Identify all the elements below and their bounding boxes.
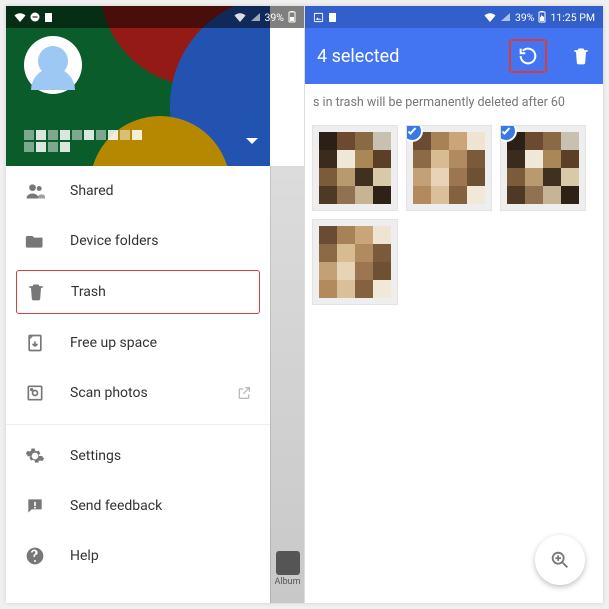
- help-icon: [24, 545, 46, 567]
- menu-item-shared[interactable]: Shared: [6, 166, 270, 216]
- menu-label: Trash: [71, 284, 106, 300]
- battery-pct: 39%: [265, 11, 285, 24]
- menu-label: Send feedback: [70, 498, 162, 514]
- status-bar: 39%: [6, 6, 304, 28]
- folder-icon: [24, 230, 46, 252]
- menu-item-scan-photos[interactable]: Scan photos: [6, 368, 270, 418]
- albums-tab-icon[interactable]: [276, 551, 300, 575]
- restore-icon: [517, 45, 539, 67]
- menu-item-send-feedback[interactable]: Send feedback: [6, 481, 270, 531]
- menu-label: Device folders: [70, 233, 158, 249]
- drawer-menu: Shared Device folders Trash Free up spac…: [6, 166, 270, 581]
- magnifier-icon: [549, 549, 571, 571]
- photo-thumb[interactable]: [501, 126, 585, 210]
- account-name-blurred: [24, 130, 144, 152]
- external-link-icon: [236, 385, 252, 401]
- scan-icon: [24, 382, 46, 404]
- signal-icon: [250, 12, 261, 22]
- free-up-icon: [24, 332, 46, 354]
- dnd-icon: [30, 12, 40, 22]
- phone-right-trash: 39% 11:25 PM 4 selected s in trash will …: [305, 6, 603, 603]
- trash-icon: [25, 281, 47, 303]
- account-switcher[interactable]: [24, 130, 258, 152]
- menu-divider: [6, 424, 270, 425]
- photo-thumb[interactable]: [313, 126, 397, 210]
- menu-label: Free up space: [70, 335, 157, 351]
- delete-button[interactable]: [571, 45, 591, 67]
- trash-grid: [305, 120, 603, 310]
- status-bar: 39% 11:25 PM: [305, 6, 603, 28]
- menu-item-help[interactable]: Help: [6, 531, 270, 581]
- menu-label: Settings: [70, 448, 121, 464]
- battery-icon: [288, 11, 296, 23]
- card-icon: [328, 12, 337, 23]
- trash-retention-text: s in trash will be permanently deleted a…: [305, 84, 603, 120]
- phone-left-drawer: 39%: [6, 6, 305, 603]
- app-bar-selection: 4 selected: [305, 28, 603, 84]
- card-icon: [44, 12, 53, 23]
- image-icon: [313, 12, 324, 23]
- wifi-icon: [14, 12, 26, 22]
- menu-item-free-up-space[interactable]: Free up space: [6, 318, 270, 368]
- background-app-peek: Album: [270, 166, 304, 603]
- menu-label: Scan photos: [70, 385, 148, 401]
- albums-tab-label: Album: [275, 577, 301, 587]
- photo-thumb[interactable]: [313, 220, 397, 304]
- photo-thumb[interactable]: [407, 126, 491, 210]
- avatar[interactable]: [24, 36, 82, 94]
- battery-icon: [538, 11, 546, 23]
- wifi-icon: [234, 12, 246, 22]
- feedback-icon: [24, 495, 46, 517]
- signal-icon: [500, 12, 511, 22]
- drawer-header: [6, 6, 270, 166]
- clock-text: 11:25 PM: [550, 11, 595, 24]
- chevron-down-icon: [246, 138, 258, 144]
- restore-button[interactable]: [509, 39, 547, 73]
- menu-label: Shared: [70, 183, 114, 199]
- selection-title: 4 selected: [317, 46, 399, 67]
- wifi-icon: [484, 12, 496, 22]
- menu-label: Help: [70, 548, 99, 564]
- people-icon: [24, 180, 46, 202]
- battery-pct: 39%: [515, 11, 535, 24]
- trash-icon: [571, 45, 591, 67]
- zoom-fab[interactable]: [535, 535, 585, 585]
- gear-icon: [24, 445, 46, 467]
- menu-item-trash[interactable]: Trash: [16, 270, 260, 314]
- menu-item-device-folders[interactable]: Device folders: [6, 216, 270, 266]
- menu-item-settings[interactable]: Settings: [6, 431, 270, 481]
